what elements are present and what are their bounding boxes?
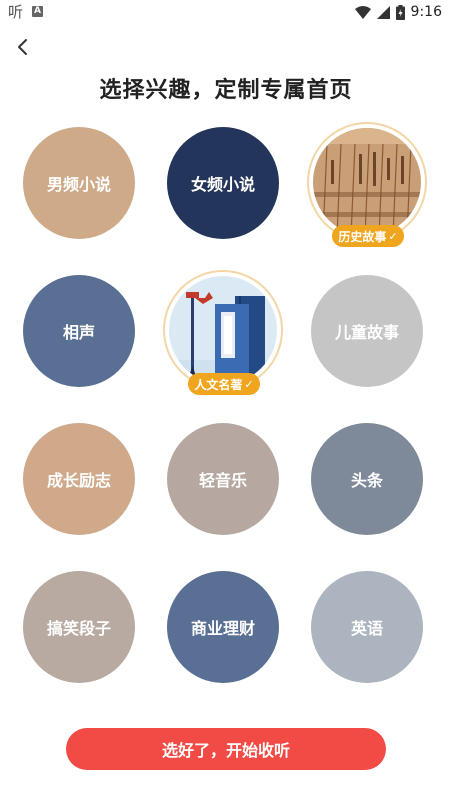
topic-male-novel[interactable]: 男频小说 [23,127,135,239]
back-button[interactable] [12,36,34,58]
check-icon: ✓ [244,377,254,391]
topic-children-story[interactable]: 儿童故事 [311,275,423,387]
topic-headlines[interactable]: 头条 [311,423,423,535]
page-title: 选择兴趣，定制专属首页 [99,78,353,103]
selected-badge: 人文名著 ✓ [188,373,260,395]
status-bar: 听 A 9:16 [0,0,452,24]
start-listening-label: 选好了，开始收听 [161,741,290,760]
topic-label: 相声 [62,323,95,342]
start-listening-button[interactable]: 选好了，开始收听 [66,728,386,770]
battery-icon [395,4,405,20]
wifi-icon [354,5,371,19]
badge-label: 人文名著 [194,377,243,392]
topic-business-finance[interactable]: 商业理财 [167,571,279,683]
topic-history-story[interactable]: 历史故事 ✓ [307,122,427,247]
topic-label: 商业理财 [190,619,255,638]
topic-humanities-classics[interactable]: 人文名著 ✓ [163,270,283,395]
topic-label: 儿童故事 [334,323,399,342]
app-notification-icon: 听 [8,3,24,21]
topic-english[interactable]: 英语 [311,571,423,683]
topic-label: 搞笑段子 [46,619,111,638]
topic-label: 轻音乐 [198,471,247,490]
topic-label: 英语 [350,619,383,638]
selected-badge: 历史故事 ✓ [332,225,404,247]
check-icon: ✓ [388,229,398,243]
topic-growth-inspiration[interactable]: 成长励志 [23,423,135,535]
badge-label: 历史故事 [338,229,387,244]
topic-funny-jokes[interactable]: 搞笑段子 [23,571,135,683]
notice-icon: A [32,6,43,17]
topic-female-novel[interactable]: 女频小说 [167,127,279,239]
status-indicators: 9:16 [354,3,442,21]
status-time: 9:16 [410,4,442,20]
topic-label: 男频小说 [46,175,111,194]
history-bamboo-image [313,128,421,236]
topic-label: 女频小说 [190,175,255,194]
topic-light-music[interactable]: 轻音乐 [167,423,279,535]
signal-icon [376,5,390,19]
topic-label: 头条 [350,471,383,490]
topic-crosstalk[interactable]: 相声 [23,275,135,387]
classics-books-image [169,276,277,384]
topic-label: 成长励志 [46,471,111,490]
